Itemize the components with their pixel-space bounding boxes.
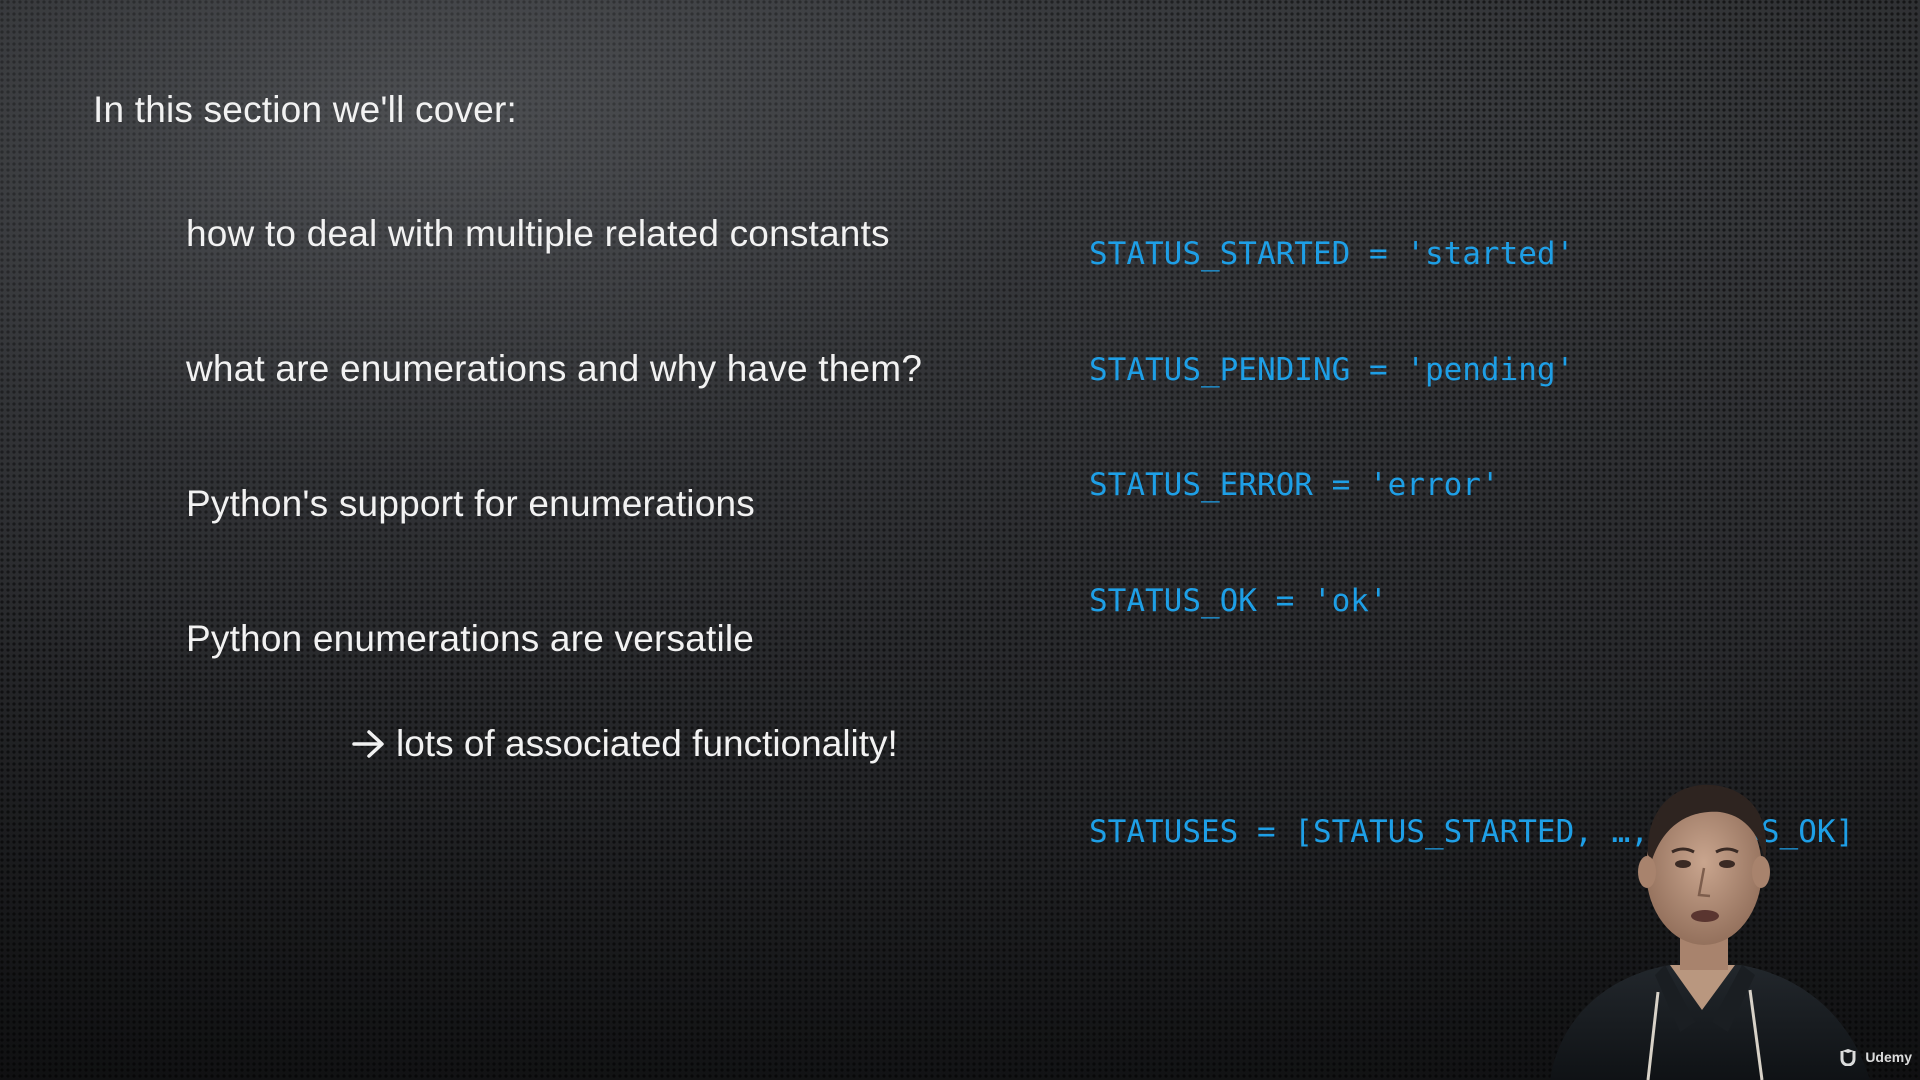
topic-item: Python's support for enumerations	[186, 483, 755, 524]
udemy-logo-icon	[1840, 1049, 1856, 1066]
code-line: STATUS_ERROR = 'error'	[1089, 467, 1500, 503]
slide-heading: In this section we'll cover:	[93, 89, 517, 130]
udemy-logo: Udemy	[1839, 1048, 1912, 1066]
arrow-right-icon	[352, 730, 384, 758]
code-line: STATUS_OK = 'ok'	[1089, 582, 1388, 619]
topic-item: how to deal with multiple related consta…	[186, 213, 890, 254]
code-line: STATUS_STARTED = 'started'	[1089, 236, 1575, 272]
udemy-logo-text: Udemy	[1865, 1049, 1912, 1065]
presenter-video	[1550, 784, 1870, 1080]
lecture-slide: In this section we'll cover: how to deal…	[0, 0, 1920, 1080]
topic-item: Python enumerations are versatile	[186, 618, 755, 659]
code-line: STATUS_PENDING = 'pending'	[1089, 351, 1575, 388]
topic-item: what are enumerations and why have them?	[186, 348, 923, 389]
sub-point: lots of associated functionality!	[352, 723, 898, 765]
sub-point-text: lots of associated functionality!	[396, 723, 898, 764]
